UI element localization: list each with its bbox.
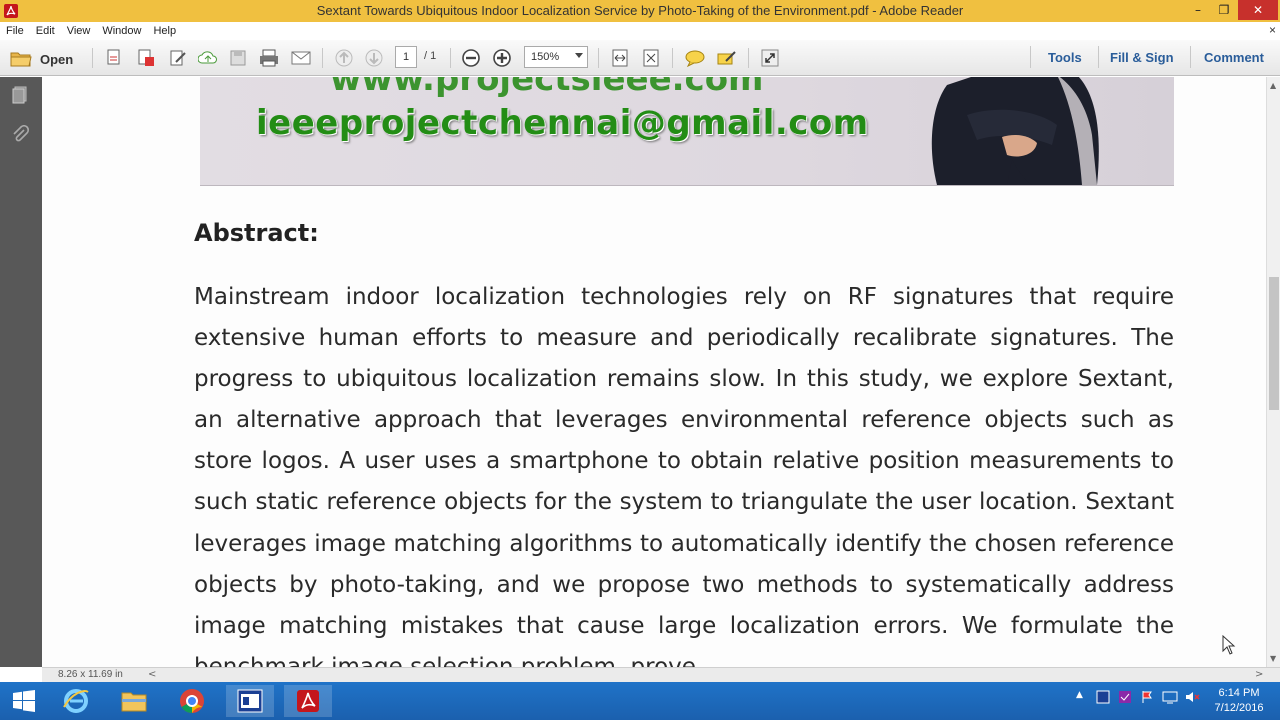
menu-window[interactable]: Window (96, 25, 147, 37)
page-number-input[interactable]: 1 (395, 46, 417, 68)
attachments-paperclip-icon[interactable] (10, 125, 30, 145)
close-document-icon[interactable]: × (1269, 23, 1276, 37)
menu-edit[interactable]: Edit (30, 25, 61, 37)
highlight-pen-icon[interactable] (716, 48, 738, 68)
menu-help[interactable]: Help (147, 25, 182, 37)
menu-bar: File Edit View Window Help × (0, 22, 1280, 40)
internet-explorer-icon (63, 689, 89, 713)
action-center-flag-icon[interactable] (1140, 690, 1154, 704)
tools-button[interactable]: Tools (1048, 50, 1082, 65)
navigation-pane (0, 77, 42, 667)
network-icon[interactable] (1162, 690, 1178, 704)
file-explorer-folder-icon (121, 692, 147, 712)
edit-pdf-icon[interactable] (168, 48, 188, 68)
windows-taskbar: ▲ 6:14 PM 7/12/2016 (0, 682, 1280, 720)
abstract-paragraph: Mainstream indoor localization technolog… (194, 284, 1174, 667)
restore-button[interactable]: ❐ (1210, 0, 1238, 20)
person-photo (931, 77, 1099, 185)
menu-file[interactable]: File (0, 25, 30, 37)
email-icon[interactable] (290, 48, 312, 68)
adobe-reader-taskbar-icon[interactable] (284, 685, 332, 717)
comment-bubble-icon[interactable] (684, 48, 706, 68)
toolbar-divider (1190, 46, 1191, 68)
remote-app-taskbar-icon[interactable] (226, 685, 274, 717)
scroll-left-arrow-icon[interactable]: < (148, 669, 156, 680)
status-bar: 8.26 x 11.69 in < > (42, 667, 1280, 682)
taskbar-clock[interactable]: 6:14 PM 7/12/2016 (1204, 686, 1274, 716)
title-bar: Sextant Towards Ubiquitous Indoor Locali… (0, 0, 1280, 22)
windows-logo-icon (13, 690, 35, 712)
scroll-right-arrow-icon[interactable]: > (1255, 669, 1263, 680)
zoom-value: 150% (531, 51, 560, 63)
comment-button[interactable]: Comment (1204, 50, 1264, 65)
toolbar-divider (672, 48, 673, 68)
tray-app-blue-icon[interactable] (1096, 690, 1110, 704)
toolbar-divider (1030, 46, 1031, 68)
save-icon[interactable] (228, 48, 248, 68)
fullscreen-icon[interactable] (760, 48, 780, 68)
file-explorer-taskbar-icon[interactable] (110, 685, 158, 717)
scroll-up-arrow-icon[interactable]: ▲ (1270, 81, 1276, 90)
blue-window-app-icon (237, 689, 263, 713)
adobe-reader-icon (297, 690, 319, 712)
toolbar-divider (1098, 46, 1099, 68)
page-thumbnails-icon[interactable] (10, 85, 30, 105)
scrollbar-thumb[interactable] (1269, 277, 1279, 410)
toolbar-divider (450, 48, 451, 68)
toolbar: Open (0, 40, 1280, 76)
close-button[interactable]: ✕ (1238, 0, 1278, 20)
chrome-icon (180, 689, 204, 713)
upload-cloud-icon[interactable] (198, 48, 218, 68)
page-count: / 1 (424, 50, 437, 62)
zoom-in-icon[interactable] (492, 48, 512, 68)
folder-icon (10, 52, 32, 67)
clock-time: 6:14 PM (1218, 687, 1260, 699)
toolbar-divider (322, 48, 323, 68)
minimize-button[interactable]: – (1184, 0, 1212, 20)
fit-width-icon[interactable] (610, 48, 630, 68)
export-pdf-icon[interactable] (136, 48, 156, 68)
scroll-down-arrow-icon[interactable]: ▼ (1270, 654, 1276, 663)
toolbar-divider (598, 48, 599, 68)
start-button[interactable] (0, 685, 48, 717)
tray-app-purple-icon[interactable] (1118, 690, 1132, 704)
open-label: Open (40, 51, 74, 67)
window-title: Sextant Towards Ubiquitous Indoor Locali… (316, 3, 964, 18)
banner-website-text: www.projectsieee.com (330, 77, 764, 99)
fit-page-icon[interactable] (641, 48, 661, 68)
previous-page-icon[interactable] (334, 48, 354, 68)
zoom-out-icon[interactable] (461, 48, 481, 68)
chevron-down-icon (575, 53, 583, 58)
banner-email-text: ieeeprojectchennai@gmail.com (256, 103, 869, 143)
open-button[interactable]: Open (10, 49, 73, 69)
page-size-label: 8.26 x 11.69 in (58, 669, 123, 680)
vertical-scrollbar[interactable]: ▲ ▼ (1266, 77, 1280, 667)
document-view[interactable]: www.projectsieee.com ieeeprojectchennai@… (42, 77, 1266, 667)
fill-sign-button[interactable]: Fill & Sign (1110, 50, 1174, 65)
next-page-icon[interactable] (364, 48, 384, 68)
volume-muted-icon[interactable] (1184, 690, 1200, 704)
zoom-select[interactable]: 150% (524, 46, 588, 68)
menu-view[interactable]: View (61, 25, 97, 37)
chrome-taskbar-icon[interactable] (168, 685, 216, 717)
header-banner-image: www.projectsieee.com ieeeprojectchennai@… (200, 77, 1174, 186)
adobe-reader-window: { "window": { "title": "Sextant Towards … (0, 0, 1280, 720)
clock-date: 7/12/2016 (1214, 702, 1264, 714)
print-icon[interactable] (258, 48, 280, 68)
create-pdf-icon[interactable] (104, 48, 124, 68)
toolbar-divider (748, 48, 749, 68)
abstract-heading: Abstract: (194, 219, 319, 247)
internet-explorer-taskbar-icon[interactable] (52, 685, 100, 717)
show-hidden-icons-arrow-icon[interactable]: ▲ (1076, 690, 1083, 700)
mouse-cursor-icon (1222, 635, 1236, 655)
toolbar-divider (92, 48, 93, 68)
